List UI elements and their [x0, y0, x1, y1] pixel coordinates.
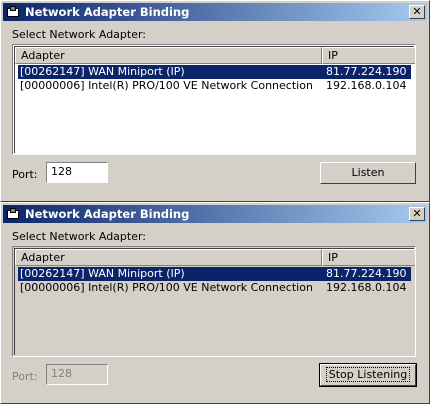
listen-button[interactable]: Listen [320, 162, 416, 184]
column-header-ip[interactable]: IP [322, 249, 415, 266]
network-adapter-binding-window: Network Adapter Binding ✕ Select Network… [0, 0, 430, 202]
adapter-list[interactable]: Adapter IP [00262147] WAN Miniport (IP) … [12, 44, 416, 155]
app-window-icon [6, 5, 20, 19]
column-header-adapter[interactable]: Adapter [15, 249, 322, 266]
adapter-ip: 81.77.224.190 [326, 267, 407, 280]
adapter-ip: 192.168.0.104 [326, 281, 407, 294]
title-bar[interactable]: Network Adapter Binding ✕ [3, 205, 427, 223]
select-adapter-label: Select Network Adapter: [12, 230, 147, 243]
adapter-row[interactable]: [00000006] Intel(R) PRO/100 VE Network C… [18, 79, 411, 93]
adapter-ip: 192.168.0.104 [326, 79, 407, 92]
column-header-ip[interactable]: IP [322, 47, 415, 64]
close-button[interactable]: ✕ [409, 5, 425, 19]
window-title: Network Adapter Binding [25, 5, 190, 19]
adapter-ip: 81.77.224.190 [326, 65, 407, 78]
port-input[interactable]: 128 [46, 162, 108, 183]
adapter-list[interactable]: Adapter IP [00262147] WAN Miniport (IP) … [12, 246, 416, 357]
adapter-name: [00262147] WAN Miniport (IP) [20, 267, 185, 280]
title-bar[interactable]: Network Adapter Binding ✕ [3, 3, 427, 21]
port-input: 128 [46, 364, 108, 385]
adapter-name: [00000006] Intel(R) PRO/100 VE Network C… [20, 281, 313, 294]
port-label: Port: [12, 370, 38, 383]
stop-listening-label: Stop Listening [325, 367, 411, 382]
adapter-name: [00000006] Intel(R) PRO/100 VE Network C… [20, 79, 313, 92]
network-adapter-binding-window: Network Adapter Binding ✕ Select Network… [0, 202, 430, 404]
adapter-row[interactable]: [00262147] WAN Miniport (IP) 81.77.224.1… [18, 267, 411, 281]
adapter-row[interactable]: [00000006] Intel(R) PRO/100 VE Network C… [18, 281, 411, 295]
window-title: Network Adapter Binding [25, 207, 190, 221]
port-label: Port: [12, 168, 38, 181]
stop-listening-button[interactable]: Stop Listening [319, 363, 417, 387]
select-adapter-label: Select Network Adapter: [12, 28, 147, 41]
adapter-name: [00262147] WAN Miniport (IP) [20, 65, 185, 78]
column-header-adapter[interactable]: Adapter [15, 47, 322, 64]
adapter-row[interactable]: [00262147] WAN Miniport (IP) 81.77.224.1… [18, 65, 411, 79]
close-button[interactable]: ✕ [409, 207, 425, 221]
app-window-icon [6, 207, 20, 221]
